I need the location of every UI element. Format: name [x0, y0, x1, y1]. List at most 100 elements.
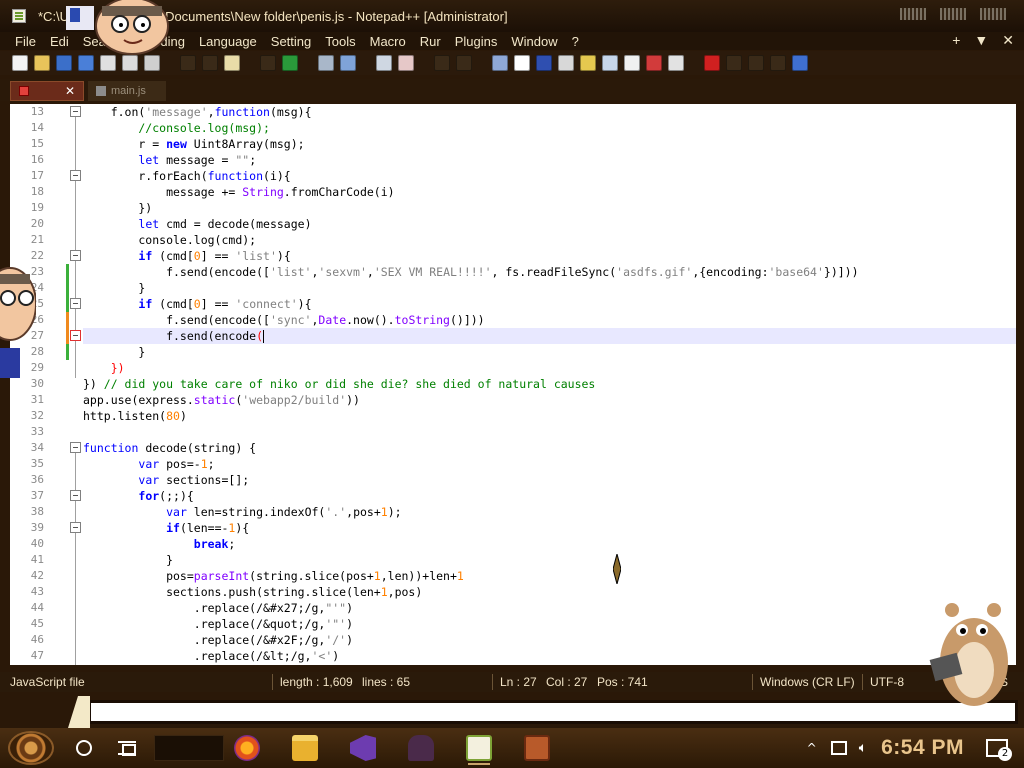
line-number[interactable]: 43	[10, 585, 44, 598]
replace-icon[interactable]	[340, 55, 356, 71]
file-explorer-icon[interactable]	[292, 735, 318, 761]
menu-tools[interactable]: Tools	[318, 34, 362, 49]
code-line-23[interactable]: f.send(encode(['list','sexvm','SEX VM RE…	[83, 264, 1016, 280]
code-line-24[interactable]: }	[83, 280, 1016, 296]
menu-macro[interactable]: Macro	[363, 34, 413, 49]
print-icon[interactable]	[144, 55, 160, 71]
notepad-app-icon[interactable]	[12, 9, 26, 23]
save-icon[interactable]	[56, 55, 72, 71]
code-line-42[interactable]: pos=parseInt(string.slice(pos+1,len))+le…	[83, 568, 1016, 584]
fold-toggle-39[interactable]	[70, 522, 81, 533]
code-editor[interactable]: f.on('message',function(msg){ //console.…	[10, 104, 1016, 665]
line-number[interactable]: 42	[10, 569, 44, 582]
network-icon[interactable]	[830, 741, 847, 755]
fold-toggle-34[interactable]	[70, 442, 81, 453]
task-view-icon[interactable]	[118, 741, 136, 756]
code-line-32[interactable]: http.listen(80)	[83, 408, 1016, 424]
code-line-45[interactable]: .replace(/&quot;/g,'"')	[83, 616, 1016, 632]
tab-close-icon[interactable]: ✕	[65, 85, 75, 97]
code-line-39[interactable]: if(len==-1){	[83, 520, 1016, 536]
line-number[interactable]: 19	[10, 201, 44, 214]
line-number[interactable]: 36	[10, 473, 44, 486]
menu-help[interactable]: ?	[565, 34, 586, 49]
game-app-icon[interactable]	[408, 735, 434, 761]
code-line-28[interactable]: }	[83, 344, 1016, 360]
tab-active-document[interactable]: ✕	[10, 81, 84, 101]
line-number[interactable]: 20	[10, 217, 44, 230]
cut-icon[interactable]	[180, 55, 196, 71]
line-number[interactable]: 40	[10, 537, 44, 550]
code-line-47[interactable]: .replace(/&lt;/g,'<')	[83, 648, 1016, 664]
menu-settings[interactable]: Setting	[264, 34, 318, 49]
code-line-18[interactable]: message += String.fromCharCode(i)	[83, 184, 1016, 200]
close-file-icon[interactable]	[100, 55, 116, 71]
close-doc-icon[interactable]: ✕	[1002, 32, 1014, 49]
menu-run[interactable]: Rur	[413, 34, 448, 49]
zoom-in-icon[interactable]	[376, 55, 392, 71]
line-number[interactable]: 47	[10, 649, 44, 662]
undo-icon[interactable]	[260, 55, 276, 71]
menu-file[interactable]: File	[8, 34, 43, 49]
line-number[interactable]: 34	[10, 441, 44, 454]
line-number[interactable]: 15	[10, 137, 44, 150]
code-line-17[interactable]: r.forEach(function(i){	[83, 168, 1016, 184]
new-tab-plus-icon[interactable]: +	[952, 32, 960, 49]
code-line-16[interactable]: let message = "";	[83, 152, 1016, 168]
copy-icon[interactable]	[202, 55, 218, 71]
line-number[interactable]: 16	[10, 153, 44, 166]
taskbar-search-box[interactable]	[154, 735, 224, 761]
monitoring-icon[interactable]	[646, 55, 662, 71]
line-number[interactable]: 35	[10, 457, 44, 470]
line-number[interactable]: 46	[10, 633, 44, 646]
code-line-25[interactable]: if (cmd[0] == 'connect'){	[83, 296, 1016, 312]
line-number[interactable]: 44	[10, 601, 44, 614]
fold-toggle-17[interactable]	[70, 170, 81, 181]
zoom-out-icon[interactable]	[398, 55, 414, 71]
run-macro-multiple-icon[interactable]	[770, 55, 786, 71]
status-eol[interactable]: Windows (CR LF)	[760, 675, 855, 689]
sync-vertical-icon[interactable]	[434, 55, 450, 71]
code-line-15[interactable]: r = new Uint8Array(msg);	[83, 136, 1016, 152]
code-line-26[interactable]: f.send(encode(['sync',Date.now().toStrin…	[83, 312, 1016, 328]
taskbar-clock[interactable]: 6:54 PM	[881, 736, 964, 760]
line-number[interactable]: 18	[10, 185, 44, 198]
app-window-icon[interactable]	[524, 735, 550, 761]
status-encoding[interactable]: UTF-8	[870, 675, 904, 689]
code-line-31[interactable]: app.use(express.static('webapp2/build'))	[83, 392, 1016, 408]
sync-horizontal-icon[interactable]	[456, 55, 472, 71]
fold-toggle-37[interactable]	[70, 490, 81, 501]
tab-list-down-icon[interactable]: ▼	[974, 32, 988, 49]
cortana-icon[interactable]	[76, 740, 92, 756]
tab-main-js[interactable]: main.js	[88, 81, 166, 101]
user-lang-icon[interactable]	[558, 55, 574, 71]
line-number[interactable]: 17	[10, 169, 44, 182]
code-line-37[interactable]: for(;;){	[83, 488, 1016, 504]
line-number[interactable]: 33	[10, 425, 44, 438]
code-line-14[interactable]: //console.log(msg);	[83, 120, 1016, 136]
code-line-36[interactable]: var sections=[];	[83, 472, 1016, 488]
play-macro-icon[interactable]	[748, 55, 764, 71]
stop-macro-icon[interactable]	[726, 55, 742, 71]
record-macro-icon[interactable]	[704, 55, 720, 71]
open-file-icon[interactable]	[34, 55, 50, 71]
doc-map-icon[interactable]	[580, 55, 596, 71]
code-line-21[interactable]: console.log(cmd);	[83, 232, 1016, 248]
indent-guide-icon[interactable]	[536, 55, 552, 71]
code-line-43[interactable]: sections.push(string.slice(len+1,pos)	[83, 584, 1016, 600]
function-list-icon[interactable]	[602, 55, 618, 71]
line-number[interactable]: 39	[10, 521, 44, 534]
notepad-plus-plus-icon[interactable]	[466, 735, 492, 765]
code-line-33[interactable]	[83, 424, 1016, 440]
code-line-22[interactable]: if (cmd[0] == 'list'){	[83, 248, 1016, 264]
eye-icon[interactable]	[668, 55, 684, 71]
word-wrap-icon[interactable]	[492, 55, 508, 71]
line-number[interactable]: 13	[10, 105, 44, 118]
action-center-icon[interactable]: 2	[986, 739, 1012, 761]
new-file-icon[interactable]	[12, 55, 28, 71]
visual-studio-icon[interactable]	[350, 735, 376, 761]
code-line-41[interactable]: }	[83, 552, 1016, 568]
close-button[interactable]	[980, 8, 1006, 20]
line-number[interactable]: 21	[10, 233, 44, 246]
folder-workspace-icon[interactable]	[624, 55, 640, 71]
firefox-icon[interactable]	[234, 735, 260, 761]
